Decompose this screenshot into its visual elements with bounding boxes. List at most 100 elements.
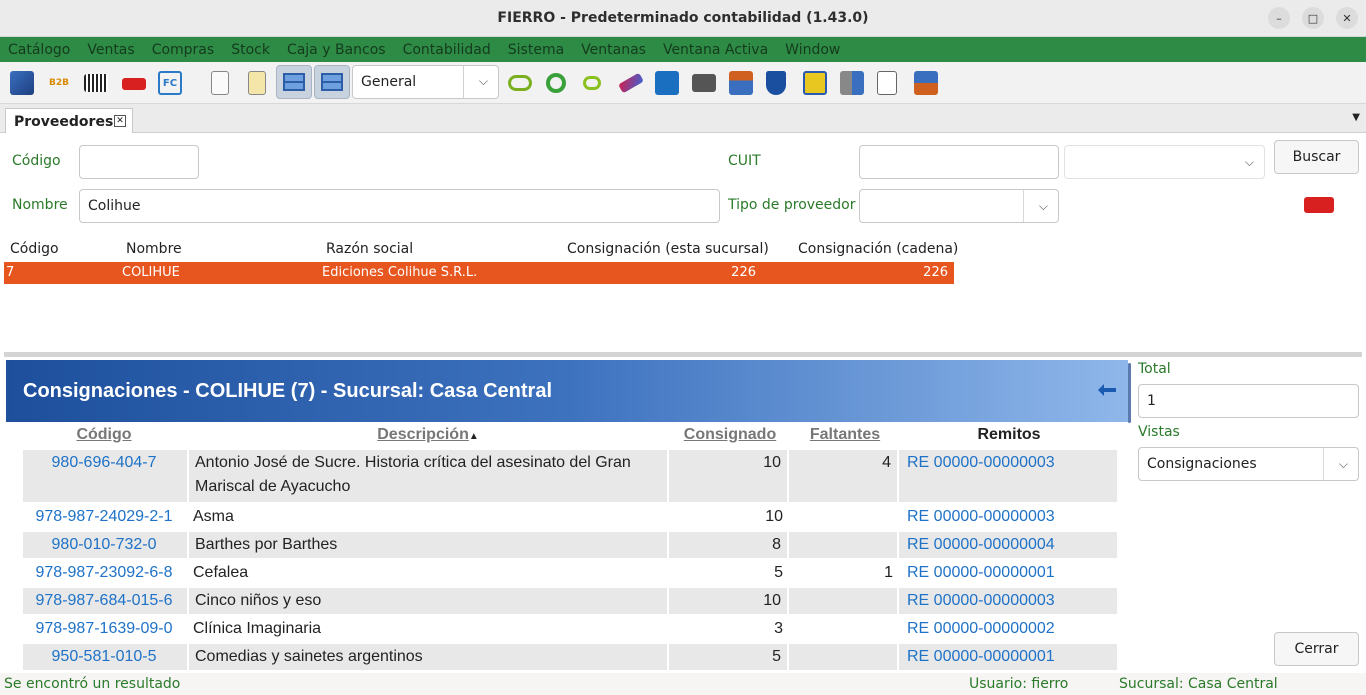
splitter-handle[interactable] bbox=[4, 352, 1362, 357]
total-label: Total bbox=[1138, 361, 1171, 377]
rings-icon[interactable] bbox=[508, 75, 532, 91]
consignado-cell: 5 bbox=[774, 564, 783, 581]
col-codigo[interactable]: Código bbox=[10, 241, 59, 257]
descripcion-cell: Comedias y sainetes argentinos bbox=[187, 644, 669, 670]
vistas-combo[interactable]: Consignaciones ⌵ bbox=[1138, 447, 1359, 481]
catalog-book-icon[interactable] bbox=[10, 71, 34, 95]
descripcion-cell: Asma bbox=[193, 508, 234, 525]
view-select[interactable]: General ⌵ bbox=[352, 65, 499, 99]
new-document-icon[interactable] bbox=[211, 71, 229, 95]
remito-link[interactable]: RE 00000-00000002 bbox=[901, 616, 1117, 642]
col-consignacion-cadena[interactable]: Consignación (cadena) bbox=[798, 241, 958, 257]
faltantes-cell bbox=[791, 616, 899, 642]
printer-icon[interactable] bbox=[692, 74, 716, 92]
shopping-bag-icon[interactable] bbox=[803, 71, 827, 95]
rcol-faltantes[interactable]: Faltantes bbox=[791, 426, 899, 450]
main-content: Código CUIT ⌵ Buscar Nombre Colihue Tipo… bbox=[0, 133, 1366, 673]
codigo-link[interactable]: 950-581-010-5 bbox=[23, 644, 185, 670]
rcol-codigo[interactable]: Código bbox=[23, 426, 185, 450]
faltantes-cell: 4 bbox=[791, 450, 899, 502]
remito-link[interactable]: RE 00000-00000001 bbox=[901, 644, 1117, 670]
maximize-button[interactable]: □ bbox=[1302, 7, 1324, 29]
table-row: 978-987-684-015-6 Cinco niños y eso 10 R… bbox=[23, 588, 1117, 614]
menu-caja-bancos[interactable]: Caja y Bancos bbox=[287, 42, 386, 58]
codigo-link[interactable]: 980-696-404-7 bbox=[23, 450, 185, 502]
menu-contabilidad[interactable]: Contabilidad bbox=[403, 42, 491, 58]
minimize-button[interactable]: – bbox=[1268, 7, 1290, 29]
rcol-descripcion[interactable]: Descripción▲ bbox=[187, 426, 669, 450]
cuit-input[interactable] bbox=[859, 145, 1059, 179]
photo-book-icon[interactable] bbox=[655, 71, 679, 95]
menu-stock[interactable]: Stock bbox=[231, 42, 270, 58]
table-row[interactable]: 7 COLIHUE Ediciones Colihue S.R.L. 226 2… bbox=[4, 262, 954, 284]
report-scrollbar[interactable] bbox=[1128, 363, 1131, 423]
chevron-down-icon: ⌵ bbox=[1338, 457, 1348, 471]
back-arrow-icon[interactable] bbox=[1096, 382, 1118, 398]
status-usuario: Usuario: fierro bbox=[969, 676, 1069, 692]
codigo-link[interactable]: 978-987-684-015-6 bbox=[23, 588, 185, 614]
menu-compras[interactable]: Compras bbox=[152, 42, 215, 58]
remito-link[interactable]: RE 00000-00000003 bbox=[901, 450, 1117, 502]
layout-horizontal-icon[interactable] bbox=[276, 65, 312, 99]
remito-link[interactable]: RE 00000-00000001 bbox=[901, 560, 1117, 586]
tipo-proveedor-combo[interactable]: ⌵ bbox=[859, 189, 1059, 223]
codigo-input[interactable] bbox=[79, 145, 199, 179]
faltantes-cell: 1 bbox=[884, 564, 893, 581]
menu-ventana-activa[interactable]: Ventana Activa bbox=[663, 42, 768, 58]
close-tab-icon[interactable]: ✕ bbox=[114, 115, 126, 127]
cerrar-button[interactable]: Cerrar bbox=[1274, 632, 1359, 666]
nombre-label: Nombre bbox=[12, 197, 68, 213]
col-nombre[interactable]: Nombre bbox=[126, 241, 182, 257]
codigo-link[interactable]: 980-010-732-0 bbox=[23, 532, 185, 558]
nombre-input[interactable]: Colihue bbox=[79, 189, 720, 223]
notes-icon[interactable] bbox=[248, 71, 266, 95]
col-razon-social[interactable]: Razón social bbox=[326, 241, 413, 257]
menu-ventanas[interactable]: Ventanas bbox=[581, 42, 646, 58]
rcol-remitos: Remitos bbox=[977, 426, 1041, 443]
cuit-type-combo[interactable]: ⌵ bbox=[1064, 145, 1265, 179]
faltantes-cell bbox=[791, 504, 899, 530]
close-window-button[interactable]: ✕ bbox=[1336, 7, 1358, 29]
document-stack-icon[interactable] bbox=[877, 71, 897, 95]
menu-ventas[interactable]: Ventas bbox=[87, 42, 134, 58]
consignado-cell: 3 bbox=[774, 620, 783, 637]
consignado-cell: 10 bbox=[671, 450, 789, 502]
rcol-consignado[interactable]: Consignado bbox=[671, 426, 789, 450]
tab-proveedores[interactable]: Proveedores ✕ bbox=[5, 108, 133, 134]
buscar-button[interactable]: Buscar bbox=[1274, 140, 1359, 174]
barcode-icon[interactable] bbox=[84, 74, 108, 92]
delivery-icon[interactable] bbox=[914, 71, 938, 95]
consignado-cell: 8 bbox=[671, 532, 789, 558]
codigo-link[interactable]: 978-987-24029-2-1 bbox=[23, 504, 185, 530]
cuit-label: CUIT bbox=[728, 153, 761, 169]
remito-link[interactable]: RE 00000-00000003 bbox=[901, 504, 1117, 530]
menu-sistema[interactable]: Sistema bbox=[508, 42, 564, 58]
results-grid-header: Código Nombre Razón social Consignación … bbox=[4, 237, 1364, 261]
col-consignacion-sucursal[interactable]: Consignación (esta sucursal) bbox=[567, 241, 769, 257]
menu-window[interactable]: Window bbox=[785, 42, 840, 58]
codigo-link[interactable]: 978-987-23092-6-8 bbox=[23, 560, 185, 586]
truck-icon[interactable] bbox=[1304, 197, 1334, 213]
ticket-icon[interactable] bbox=[618, 72, 644, 94]
consignaciones-report: Consignaciones - COLIHUE (7) - Sucursal:… bbox=[6, 360, 1128, 673]
dots-icon[interactable] bbox=[583, 76, 601, 90]
codigo-link[interactable]: 978-987-1639-09-0 bbox=[23, 616, 185, 642]
building-icon[interactable] bbox=[840, 71, 864, 95]
table-row: 978-987-24029-2-1 Asma 10 RE 00000-00000… bbox=[23, 504, 1117, 530]
remito-link[interactable]: RE 00000-00000003 bbox=[901, 588, 1117, 614]
shield-icon[interactable] bbox=[766, 71, 786, 95]
tab-menu-icon[interactable]: ▼ bbox=[1352, 112, 1360, 123]
menu-catalogo[interactable]: Catálogo bbox=[8, 42, 70, 58]
layout-vertical-icon[interactable] bbox=[314, 65, 350, 99]
report-title: Consignaciones - COLIHUE (7) - Sucursal:… bbox=[23, 380, 552, 402]
descripcion-cell: Clínica Imaginaria bbox=[193, 620, 322, 637]
warehouse-icon[interactable] bbox=[729, 71, 753, 95]
vistas-label: Vistas bbox=[1138, 424, 1180, 440]
b2b-icon[interactable]: B2B bbox=[47, 71, 71, 95]
total-field[interactable]: 1 bbox=[1138, 384, 1359, 418]
table-row: 978-987-1639-09-0 Clínica Imaginaria 3 R… bbox=[23, 616, 1117, 642]
truck-icon[interactable] bbox=[122, 78, 146, 90]
fc-invoice-icon[interactable]: FC bbox=[158, 71, 182, 95]
circle-target-icon[interactable] bbox=[546, 73, 566, 93]
remito-link[interactable]: RE 00000-00000004 bbox=[901, 532, 1117, 558]
